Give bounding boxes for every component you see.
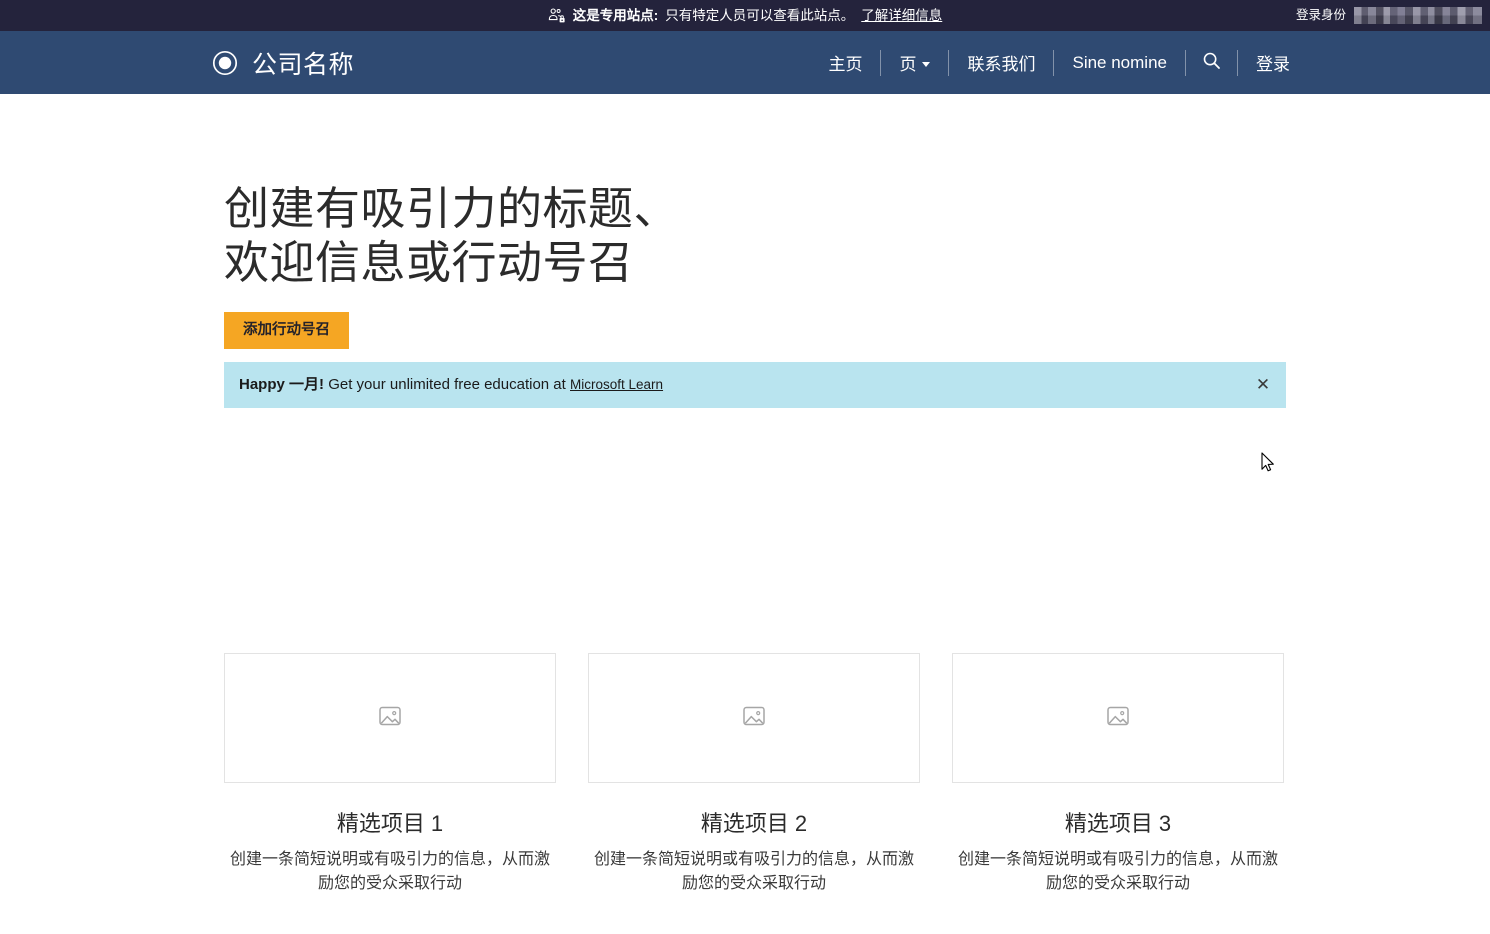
- promo-message-strong: Happy 一月!: [239, 375, 325, 393]
- microsoft-learn-link[interactable]: Microsoft Learn: [570, 377, 663, 392]
- page-canvas: 创建有吸引力的标题、 欢迎信息或行动号召 添加行动号召 Happy 一月! Ge…: [0, 94, 1490, 934]
- site-navigation-bar: 公司名称 主页 页 联系我们 Sine nomine 登录: [0, 31, 1490, 94]
- private-site-text: 只有特定人员可以查看此站点。: [665, 7, 855, 23]
- search-icon: [1202, 51, 1221, 75]
- page-content: 创建有吸引力的标题、 欢迎信息或行动号召 添加行动号召 Happy 一月! Ge…: [224, 94, 1286, 408]
- signed-in-label: 登录身份: [1295, 8, 1346, 23]
- featured-item-card[interactable]: 精选项目 1 创建一条简短说明或有吸引力的信息，从而激励您的受众采取行动: [224, 653, 556, 895]
- nav-item-sine-nomine[interactable]: Sine nomine: [1054, 46, 1185, 80]
- primary-navigation: 主页 页 联系我们 Sine nomine 登录: [810, 31, 1308, 94]
- card-title: 精选项目 1: [336, 811, 444, 836]
- private-site-bar: 这是专用站点: 只有特定人员可以查看此站点。 了解详细信息 登录身份: [0, 0, 1490, 31]
- card-title: 精选项目 3: [1064, 811, 1172, 836]
- target-circle-logo-icon: [212, 50, 238, 76]
- learn-more-link[interactable]: 了解详细信息: [861, 9, 942, 23]
- nav-item-pages-label: 页: [899, 55, 917, 74]
- image-placeholder-icon: [377, 703, 403, 734]
- card-description: 创建一条简短说明或有吸引力的信息，从而激励您的受众采取行动: [229, 851, 550, 892]
- sign-in-link[interactable]: 登录: [1238, 46, 1308, 80]
- card-description: 创建一条简短说明或有吸引力的信息，从而激励您的受众采取行动: [593, 851, 914, 892]
- promo-message-body: Get your unlimited free education at: [328, 375, 566, 393]
- promo-message-text: Happy 一月! Get your unlimited free educat…: [239, 375, 663, 395]
- signed-in-user-redacted: [1354, 7, 1482, 24]
- signed-in-status: 登录身份: [1296, 0, 1482, 31]
- nav-item-home-label: 主页: [828, 55, 863, 74]
- hero-title-line-1: 创建有吸引力的标题、: [224, 183, 680, 234]
- page-title: 创建有吸引力的标题、 欢迎信息或行动号召: [224, 182, 1286, 290]
- nav-item-contact-us-label: 联系我们: [967, 55, 1036, 74]
- close-icon[interactable]: ✕: [1248, 370, 1278, 400]
- private-site-message: 这是专用站点: 只有特定人员可以查看此站点。 了解详细信息: [548, 7, 942, 25]
- image-placeholder-icon: [741, 703, 767, 734]
- brand-home-link[interactable]: 公司名称: [212, 45, 354, 81]
- promo-message-bar: Happy 一月! Get your unlimited free educat…: [224, 361, 1286, 408]
- image-placeholder-icon: [1105, 703, 1131, 734]
- nav-item-pages[interactable]: 页: [881, 46, 948, 80]
- hero-title-line-2: 欢迎信息或行动号召: [224, 237, 634, 288]
- card-description: 创建一条简短说明或有吸引力的信息，从而激励您的受众采取行动: [957, 851, 1278, 892]
- search-button[interactable]: [1186, 46, 1237, 80]
- card-image-placeholder[interactable]: [224, 653, 556, 783]
- add-call-to-action-button[interactable]: 添加行动号召: [224, 312, 349, 349]
- card-title: 精选项目 2: [700, 811, 808, 836]
- card-image-placeholder[interactable]: [952, 653, 1284, 783]
- brand-name: 公司名称: [252, 50, 355, 79]
- featured-item-card[interactable]: 精选项目 2 创建一条简短说明或有吸引力的信息，从而激励您的受众采取行动: [588, 653, 920, 895]
- nav-item-sine-nomine-label: Sine nomine: [1072, 52, 1167, 72]
- featured-items-grid: 精选项目 1 创建一条简短说明或有吸引力的信息，从而激励您的受众采取行动 精选项…: [224, 653, 1286, 895]
- card-image-placeholder[interactable]: [588, 653, 920, 783]
- featured-item-card[interactable]: 精选项目 3 创建一条简短说明或有吸引力的信息，从而激励您的受众采取行动: [952, 653, 1284, 895]
- people-lock-icon: [548, 7, 566, 25]
- nav-item-contact-us[interactable]: 联系我们: [949, 46, 1053, 80]
- private-site-strong-text: 这是专用站点:: [572, 7, 659, 23]
- hero-section: 创建有吸引力的标题、 欢迎信息或行动号召 添加行动号召: [224, 94, 1286, 349]
- chevron-down-icon: [922, 61, 931, 67]
- sign-in-label: 登录: [1256, 55, 1290, 74]
- nav-item-home[interactable]: 主页: [810, 46, 880, 80]
- mouse-cursor: [1261, 452, 1275, 473]
